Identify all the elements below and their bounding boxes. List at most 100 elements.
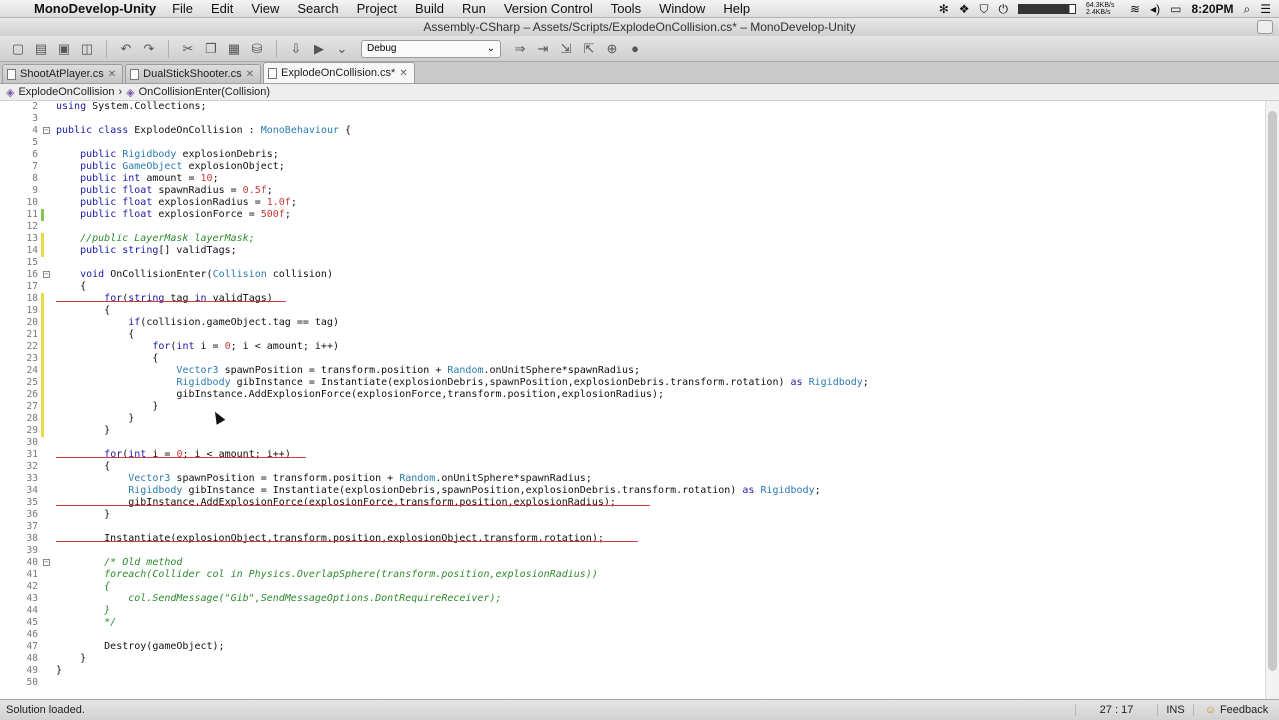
code-line[interactable]: 45 */ xyxy=(0,617,1262,629)
code-line[interactable]: 15 xyxy=(0,257,1262,269)
code-line[interactable]: 28 } xyxy=(0,413,1262,425)
tab-explode-on-collision[interactable]: ExplodeOnCollision.cs* ✕ xyxy=(263,62,415,83)
code-line[interactable]: 13 //public LayerMask layerMask; xyxy=(0,233,1262,245)
code-line[interactable]: 14 public string[] validTags; xyxy=(0,245,1262,257)
wifi-icon[interactable]: ≋ xyxy=(1130,2,1140,16)
spotlight-icon[interactable]: ⌕ xyxy=(1244,2,1251,17)
code-line[interactable]: 18 for(string tag in validTags) xyxy=(0,293,1262,305)
stop-icon[interactable]: ● xyxy=(625,39,645,59)
close-icon[interactable]: ✕ xyxy=(246,69,254,80)
dropdown-arrow-icon[interactable]: ⌄ xyxy=(332,39,352,59)
code-line[interactable]: 20 if(collision.gameObject.tag == tag) xyxy=(0,317,1262,329)
code-line[interactable]: 3 xyxy=(0,113,1262,125)
code-line[interactable]: 39 xyxy=(0,545,1262,557)
copy-icon[interactable]: ❐ xyxy=(201,39,221,59)
cut-icon[interactable]: ✂ xyxy=(178,39,198,59)
code-line[interactable]: 4− public class ExplodeOnCollision : Mono… xyxy=(0,125,1262,137)
code-line[interactable]: 36 } xyxy=(0,509,1262,521)
code-line[interactable]: 10 public float explosionRadius = 1.0f; xyxy=(0,197,1262,209)
code-line[interactable]: 50 xyxy=(0,677,1262,689)
menu-view[interactable]: View xyxy=(251,1,279,16)
run-icon[interactable]: ▶ xyxy=(309,39,329,59)
dropbox-icon[interactable]: ❖ xyxy=(959,2,970,16)
tab-dual-stick-shooter[interactable]: DualStickShooter.cs ✕ xyxy=(125,64,261,83)
code-line[interactable]: 29 } xyxy=(0,425,1262,437)
vertical-scrollbar[interactable] xyxy=(1265,101,1279,699)
gear-icon[interactable]: ✻ xyxy=(939,2,949,16)
display-icon[interactable]: ▭ xyxy=(1170,2,1181,16)
code-line[interactable]: 5 xyxy=(0,137,1262,149)
code-line[interactable]: 19 { xyxy=(0,305,1262,317)
code-line[interactable]: 21 { xyxy=(0,329,1262,341)
code-line[interactable]: 6 public Rigidbody explosionDebris; xyxy=(0,149,1262,161)
code-line[interactable]: 7 public GameObject explosionObject; xyxy=(0,161,1262,173)
code-line[interactable]: 2 using System.Collections; xyxy=(0,101,1262,113)
new-file-icon[interactable]: ▢ xyxy=(8,39,28,59)
code-line[interactable]: 16− void OnCollisionEnter(Collision coll… xyxy=(0,269,1262,281)
breakpoint-icon[interactable]: ⊕ xyxy=(602,39,622,59)
fold-toggle-icon[interactable]: − xyxy=(43,271,50,278)
code-line[interactable]: 11 public float explosionForce = 500f; xyxy=(0,209,1262,221)
code-line[interactable]: 49} xyxy=(0,665,1262,677)
fold-toggle-icon[interactable]: − xyxy=(43,559,50,566)
battery-icon[interactable] xyxy=(1018,4,1077,14)
code-editor[interactable]: 2 using System.Collections; 3 4− public clas… xyxy=(0,101,1279,699)
paste-icon[interactable]: ▦ xyxy=(224,39,244,59)
debug-step-out-icon[interactable]: ⇱ xyxy=(579,39,599,59)
fold-toggle-icon[interactable]: − xyxy=(43,127,50,134)
menu-edit[interactable]: Edit xyxy=(211,1,233,16)
breadcrumb-class[interactable]: ExplodeOnCollision xyxy=(18,86,114,98)
scrollbar-thumb[interactable] xyxy=(1268,111,1277,671)
close-icon[interactable]: ✕ xyxy=(108,69,116,80)
code-line[interactable]: 27 } xyxy=(0,401,1262,413)
configuration-select[interactable]: Debug ⌄ xyxy=(361,39,501,58)
code-line[interactable]: 42 { xyxy=(0,581,1262,593)
menu-help[interactable]: Help xyxy=(723,1,750,16)
code-line[interactable]: 25 Rigidbody gibInstance = Instantiate(e… xyxy=(0,377,1262,389)
code-line[interactable]: 30 xyxy=(0,437,1262,449)
save-icon[interactable]: ▣ xyxy=(54,39,74,59)
sound-icon[interactable]: ◂) xyxy=(1150,2,1160,16)
save-all-icon[interactable]: ◫ xyxy=(77,39,97,59)
menu-version-control[interactable]: Version Control xyxy=(504,1,593,16)
menu-project[interactable]: Project xyxy=(357,1,397,16)
code-line[interactable]: 35 gibInstance.AddExplosionForce(explosi… xyxy=(0,497,1262,509)
code-line[interactable]: 31 for(int i = 0; i < amount; i++) xyxy=(0,449,1262,461)
menu-run[interactable]: Run xyxy=(462,1,486,16)
menu-build[interactable]: Build xyxy=(415,1,444,16)
debug-step-over-icon[interactable]: ⇥ xyxy=(533,39,553,59)
code-line[interactable]: 34 Rigidbody gibInstance = Instantiate(e… xyxy=(0,485,1262,497)
debug-step-into-icon[interactable]: ⇲ xyxy=(556,39,576,59)
code-line[interactable]: 26 gibInstance.AddExplosionForce(explosi… xyxy=(0,389,1262,401)
fullscreen-button[interactable] xyxy=(1257,20,1273,34)
app-menu[interactable]: MonoDevelop-Unity xyxy=(34,1,156,16)
menu-search[interactable]: Search xyxy=(297,1,338,16)
code-line[interactable]: 22 for(int i = 0; i < amount; i++) xyxy=(0,341,1262,353)
database-icon[interactable]: ⛁ xyxy=(247,39,267,59)
code-line[interactable]: 38 Instantiate(explosionObject,transform… xyxy=(0,533,1262,545)
code-line[interactable]: 24 Vector3 spawnPosition = transform.pos… xyxy=(0,365,1262,377)
code-line[interactable]: 8 public int amount = 10; xyxy=(0,173,1262,185)
menu-tools[interactable]: Tools xyxy=(611,1,641,16)
shield-icon[interactable]: ⛉ xyxy=(980,2,989,17)
code-line[interactable]: 41 foreach(Collider col in Physics.Overl… xyxy=(0,569,1262,581)
undo-icon[interactable]: ↶ xyxy=(116,39,136,59)
code-line[interactable]: 9 public float spawnRadius = 0.5f; xyxy=(0,185,1262,197)
menu-file[interactable]: File xyxy=(172,1,193,16)
code-line[interactable]: 43 col.SendMessage("Gib",SendMessageOpti… xyxy=(0,593,1262,605)
code-line[interactable]: 37 xyxy=(0,521,1262,533)
tab-shoot-at-player[interactable]: ShootAtPlayer.cs ✕ xyxy=(2,64,124,83)
feedback-button[interactable]: ☺ Feedback xyxy=(1193,704,1279,716)
power-icon[interactable]: ⏻ xyxy=(999,2,1009,17)
breadcrumb-method[interactable]: OnCollisionEnter(Collision) xyxy=(139,86,270,98)
code-line[interactable]: 12 xyxy=(0,221,1262,233)
code-line[interactable]: 48 } xyxy=(0,653,1262,665)
debug-step-icon[interactable]: ⇒ xyxy=(510,39,530,59)
code-line[interactable]: 46 xyxy=(0,629,1262,641)
code-line[interactable]: 33 Vector3 spawnPosition = transform.pos… xyxy=(0,473,1262,485)
list-icon[interactable]: ☰ xyxy=(1260,2,1271,16)
clock[interactable]: 8:20PM xyxy=(1191,2,1233,16)
menu-window[interactable]: Window xyxy=(659,1,705,16)
code-line[interactable]: 40− /* Old method xyxy=(0,557,1262,569)
close-icon[interactable]: ✕ xyxy=(399,68,407,79)
